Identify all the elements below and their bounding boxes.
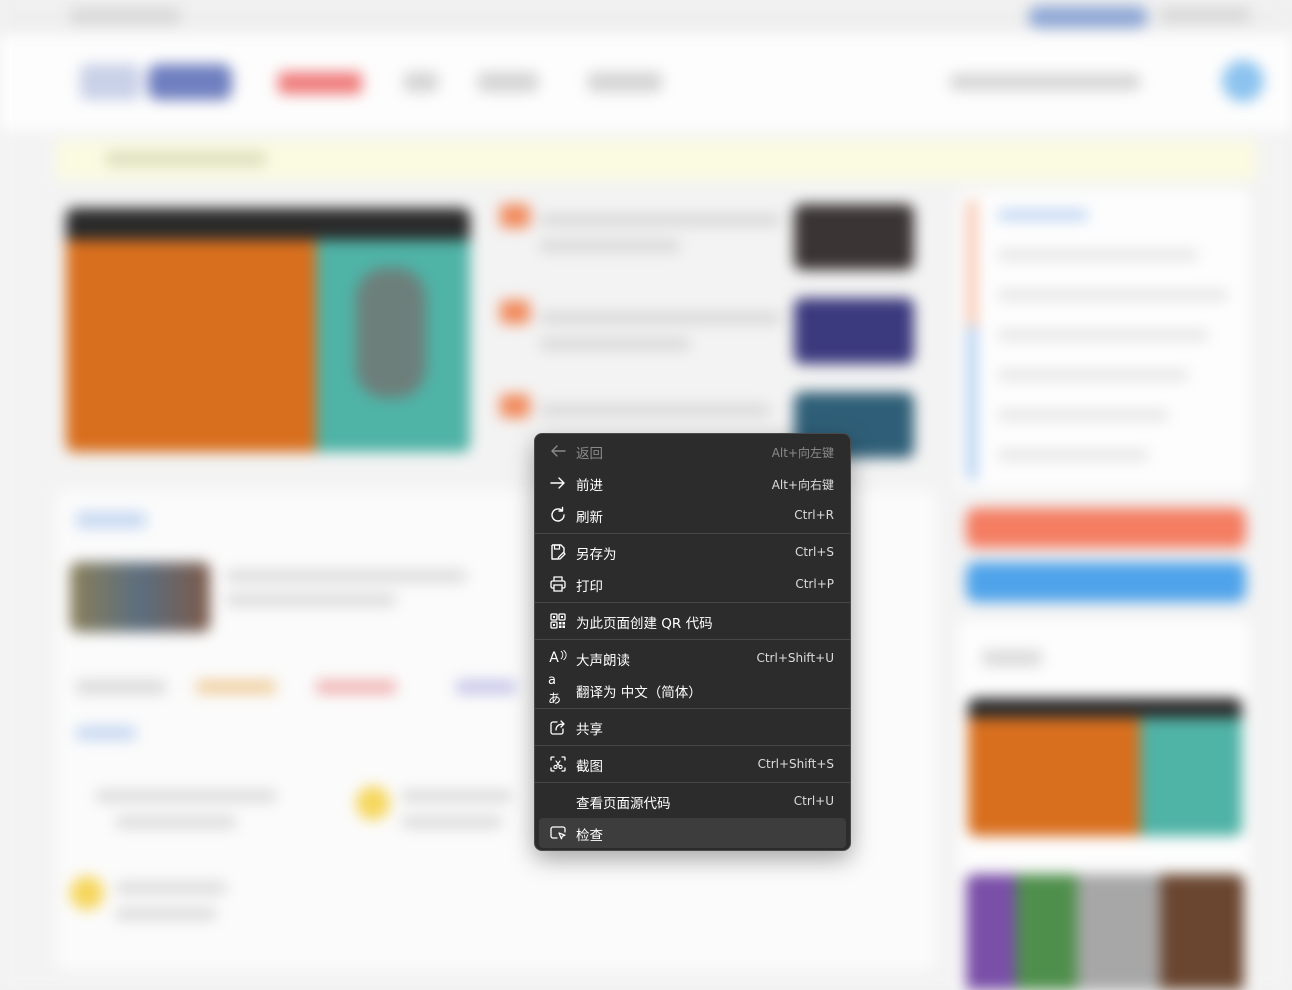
menu-separator <box>535 533 850 534</box>
menu-item-inspect[interactable]: 检查 <box>539 818 846 848</box>
arrow-left-icon <box>548 441 568 461</box>
menu-item-label: 打印 <box>576 579 603 595</box>
news-meta <box>540 338 690 350</box>
read-aloud-icon: A <box>548 648 568 668</box>
menu-item-label: 共享 <box>576 722 603 738</box>
menu-item-shortcut: Ctrl+Shift+S <box>757 757 834 771</box>
top-bar-left-text <box>70 8 180 24</box>
site-logo-badge <box>148 64 232 100</box>
menu-separator <box>535 782 850 783</box>
nav-item <box>478 72 538 92</box>
context-menu: 返回 Alt+向左键 前进 Alt+向右键 刷新 Ctrl+R 另存为 Ctrl… <box>534 433 851 851</box>
site-navigation <box>0 34 1292 130</box>
browser-top-bar <box>0 0 1292 34</box>
menu-item-share[interactable]: 共享 <box>539 712 846 742</box>
printer-icon <box>548 574 568 594</box>
menu-item-shortcut: Ctrl+U <box>793 794 834 808</box>
menu-item-label: 刷新 <box>576 510 603 526</box>
news-thumbnail <box>794 298 914 364</box>
featured-image <box>66 208 470 452</box>
menu-item-forward[interactable]: 前进 Alt+向右键 <box>539 468 846 498</box>
menu-item-label: 返回 <box>576 446 603 462</box>
menu-item-label: 翻译为 中文（简体） <box>576 685 702 701</box>
notice-text <box>106 152 266 166</box>
menu-separator <box>535 745 850 746</box>
translate-icon: aあ <box>548 673 562 707</box>
site-logo <box>80 64 140 100</box>
notice-bar <box>56 140 1256 180</box>
nav-item <box>588 72 662 92</box>
menu-item-label: 另存为 <box>576 547 617 563</box>
menu-item-save-as[interactable]: 另存为 Ctrl+S <box>539 537 846 567</box>
news-title <box>540 312 780 324</box>
menu-item-read-aloud[interactable]: A 大声朗读 Ctrl+Shift+U <box>539 643 846 673</box>
avatar <box>1222 60 1264 102</box>
share-icon <box>548 717 568 737</box>
inspect-icon <box>548 823 568 843</box>
menu-separator <box>535 602 850 603</box>
menu-item-shortcut: Ctrl+P <box>795 577 834 591</box>
menu-separator <box>535 639 850 640</box>
top-bar-button <box>1028 6 1148 28</box>
menu-item-view-page-source[interactable]: 查看页面源代码 Ctrl+U <box>539 786 846 816</box>
news-badge <box>500 394 530 418</box>
menu-item-create-qr-code[interactable]: 为此页面创建 QR 代码 <box>539 606 846 636</box>
news-title <box>540 404 770 416</box>
menu-item-screenshot[interactable]: 截图 Ctrl+Shift+S <box>539 749 846 779</box>
top-bar-right-text <box>1160 8 1250 22</box>
news-badge <box>500 300 530 324</box>
menu-item-label: 前进 <box>576 478 603 494</box>
news-meta <box>540 240 680 252</box>
sidebar-image <box>966 874 1244 990</box>
news-thumbnail <box>794 204 914 270</box>
menu-item-translate[interactable]: aあ 翻译为 中文（简体） <box>539 673 846 707</box>
sidebar-image <box>968 698 1242 836</box>
nav-item <box>404 72 438 92</box>
menu-separator <box>535 708 850 709</box>
nav-search <box>950 74 1140 90</box>
menu-item-shortcut: Ctrl+S <box>794 545 834 559</box>
arrow-right-icon <box>548 473 568 493</box>
menu-item-label: 检查 <box>576 828 603 844</box>
menu-item-back[interactable]: 返回 Alt+向左键 <box>539 436 846 466</box>
screenshot-icon <box>548 754 568 774</box>
sidebar-orange-button <box>966 508 1246 548</box>
menu-item-shortcut: Ctrl+R <box>794 508 834 522</box>
menu-item-label: 查看页面源代码 <box>576 796 671 812</box>
menu-item-refresh[interactable]: 刷新 Ctrl+R <box>539 500 846 530</box>
menu-item-shortcut: Alt+向右键 <box>771 478 834 492</box>
menu-item-print[interactable]: 打印 Ctrl+P <box>539 569 846 599</box>
refresh-icon <box>548 505 568 525</box>
news-title <box>540 214 780 226</box>
news-badge <box>500 204 530 228</box>
menu-item-label: 截图 <box>576 759 603 775</box>
sidebar-panel <box>958 190 1250 490</box>
menu-item-shortcut: Alt+向左键 <box>771 446 834 460</box>
sidebar-blue-button <box>966 562 1246 602</box>
qr-code-icon <box>548 611 568 631</box>
menu-item-shortcut: Ctrl+Shift+U <box>756 651 834 665</box>
save-as-icon <box>548 542 568 562</box>
nav-item-active <box>278 72 362 94</box>
menu-item-label: 为此页面创建 QR 代码 <box>576 616 713 632</box>
menu-item-label: 大声朗读 <box>576 653 630 669</box>
